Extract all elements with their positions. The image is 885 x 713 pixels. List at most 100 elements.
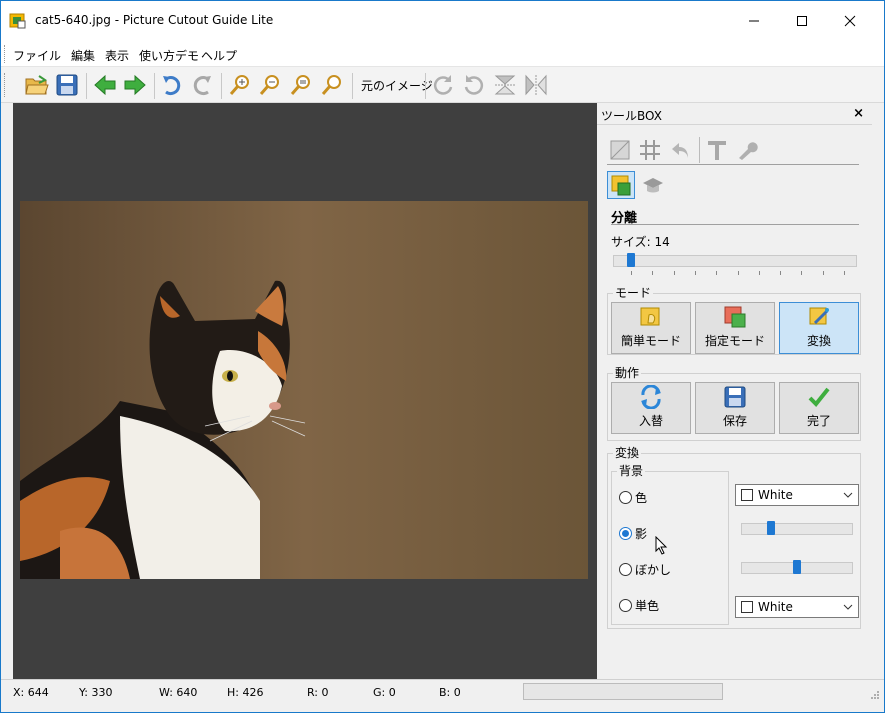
grid-icon [640, 140, 660, 160]
zoom-out-icon [259, 75, 279, 95]
minimize-button[interactable] [731, 1, 777, 41]
rotate-left-button[interactable] [460, 71, 488, 99]
back-button[interactable] [91, 71, 119, 99]
tool-separator [699, 137, 700, 163]
original-image-button[interactable]: 元のイメージ [361, 77, 433, 94]
close-button[interactable] [827, 1, 873, 41]
easy-mode-icon [640, 307, 660, 326]
easy-mode-button[interactable]: 簡単モード [611, 302, 691, 354]
radio-color[interactable]: 色 [619, 489, 647, 506]
radio-blur[interactable]: ぼかし [619, 561, 671, 578]
save-icon [724, 386, 746, 408]
toolbar-separator [352, 73, 353, 99]
slider-tick [631, 271, 632, 275]
menu-bar: ファイル 編集 表示 使い方デモ ヘルプ [1, 41, 884, 67]
chevron-down-icon [843, 604, 853, 610]
slider-tick [758, 271, 760, 275]
status-width: W: 640 [159, 686, 198, 699]
save-icon [56, 74, 78, 96]
toolbox-title: ツールBOX [601, 109, 662, 123]
undo-button[interactable] [158, 71, 186, 99]
redo-button[interactable] [188, 71, 216, 99]
swap-button[interactable]: 入替 [611, 382, 691, 434]
status-red: R: 0 [307, 686, 329, 699]
size-slider-thumb[interactable] [627, 253, 635, 267]
open-button[interactable] [23, 71, 51, 99]
menu-view[interactable]: 表示 [105, 47, 129, 64]
size-slider[interactable] [613, 255, 857, 267]
slider-tick [737, 271, 739, 275]
save-button[interactable] [53, 71, 81, 99]
image-canvas[interactable] [13, 103, 597, 679]
radio-shadow-label: 影 [635, 527, 648, 541]
toolbar-separator [221, 73, 222, 99]
graduate-tool[interactable] [640, 173, 666, 199]
text-tool[interactable] [704, 137, 730, 163]
status-height: H: 426 [227, 686, 264, 699]
tool-row-primary [607, 135, 859, 165]
menu-help[interactable]: ヘルプ [201, 47, 237, 64]
zoom-out-button[interactable] [256, 71, 284, 99]
rotate-right-button[interactable] [429, 71, 457, 99]
open-folder-icon [25, 75, 49, 95]
color-combo-top[interactable]: White [735, 484, 859, 506]
back-tool[interactable] [667, 137, 693, 163]
zoom-actual-icon [321, 75, 341, 95]
slider-tick [844, 271, 845, 275]
grid-tool[interactable] [637, 137, 663, 163]
specified-mode-button[interactable]: 指定モード [695, 302, 775, 354]
toolbar-separator [425, 73, 426, 99]
forward-button[interactable] [121, 71, 149, 99]
slider-tick [801, 271, 803, 275]
radio-solid-button[interactable] [619, 599, 632, 612]
minimize-icon [749, 20, 759, 22]
window-title: cat5-640.jpg - Picture Cutout Guide Lite [35, 13, 274, 27]
close-icon [844, 15, 856, 27]
crop-tool[interactable] [607, 137, 633, 163]
text-icon [708, 141, 726, 160]
shadow-slider-2-thumb[interactable] [793, 560, 801, 574]
redo-icon [193, 76, 211, 96]
radio-solid[interactable]: 単色 [619, 597, 659, 614]
zoom-actual-button[interactable] [318, 71, 346, 99]
complete-button[interactable]: 完了 [779, 382, 859, 434]
toolbox-close-button[interactable]: × [853, 106, 864, 121]
settings-tool[interactable] [734, 137, 760, 163]
maximize-button[interactable] [779, 1, 825, 41]
zoom-fit-button[interactable] [287, 71, 315, 99]
radio-blur-button[interactable] [619, 563, 632, 576]
shadow-slider-1[interactable] [741, 523, 853, 535]
color-swatch [741, 489, 753, 501]
action-save-button[interactable]: 保存 [695, 382, 775, 434]
slider-tick [694, 271, 696, 275]
shadow-slider-1-thumb[interactable] [767, 521, 775, 535]
zoom-in-button[interactable] [226, 71, 254, 99]
radio-blur-label: ぼかし [635, 563, 672, 577]
slider-tick [652, 271, 654, 275]
radio-shadow[interactable]: 影 [619, 525, 647, 542]
cat-illustration [20, 201, 588, 579]
radio-color-label: 色 [635, 491, 648, 505]
swap-arrows-icon [641, 385, 661, 409]
menu-file[interactable]: ファイル [13, 47, 61, 64]
color-combo-bottom[interactable]: White [735, 596, 859, 618]
toolbox-panel: ツールBOX × 分離 サイズ: 14 モード 簡単モード 指定モード 変換 動… [597, 103, 872, 679]
app-window: cat5-640.jpg - Picture Cutout Guide Lite… [0, 0, 885, 713]
toolbar-grip[interactable] [4, 73, 7, 97]
back-arrow-icon [94, 74, 116, 96]
radio-color-button[interactable] [619, 491, 632, 504]
flip-horizontal-button[interactable] [522, 71, 550, 99]
status-green: G: 0 [373, 686, 396, 699]
cutout-tool[interactable] [607, 171, 635, 199]
return-arrow-icon [672, 143, 688, 158]
menu-grip[interactable] [4, 45, 7, 63]
radio-shadow-button[interactable] [619, 527, 632, 540]
convert-mode-button[interactable]: 変換 [779, 302, 859, 354]
cat-photo[interactable] [20, 201, 588, 579]
status-blue: B: 0 [439, 686, 461, 699]
menu-edit[interactable]: 編集 [71, 47, 95, 64]
flip-vertical-button[interactable] [491, 71, 519, 99]
resize-grip-icon[interactable] [870, 690, 880, 700]
background-group-title: 背景 [617, 462, 646, 479]
menu-demo[interactable]: 使い方デモ [139, 47, 199, 64]
